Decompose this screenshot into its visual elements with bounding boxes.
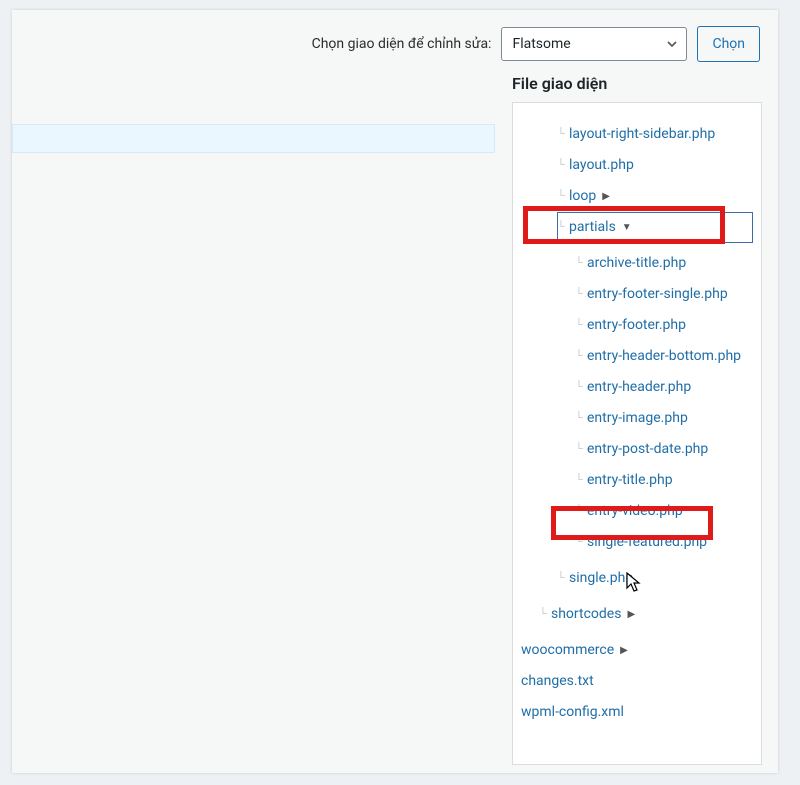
tree-connector-icon: └ [575,410,585,427]
theme-file-panel: └ layout-right-sidebar.php └ layout.php … [512,102,762,765]
file-entry-footer[interactable]: entry-footer.php [587,315,686,336]
folder-loop[interactable]: loop [569,186,596,207]
tree-connector-icon: └ [575,286,585,303]
tree-connector-icon: └ [557,570,567,587]
folder-woocommerce[interactable]: woocommerce [521,640,614,661]
tree-connector-icon: └ [575,348,585,365]
file-single[interactable]: single.php [569,568,633,589]
tree-connector-icon: └ [575,441,585,458]
tree-connector-icon: └ [575,255,585,272]
select-button[interactable]: Chọn [697,26,760,62]
tree-connector-icon: └ [557,188,567,205]
file-layout-right-sidebar[interactable]: layout-right-sidebar.php [569,124,715,145]
tree-connector-icon: └ [575,379,585,396]
tree-connector-icon: └ [575,503,585,520]
file-entry-footer-single[interactable]: entry-footer-single.php [587,284,728,305]
file-entry-header-bottom[interactable]: entry-header-bottom.php [587,346,741,367]
file-changes[interactable]: changes.txt [521,671,594,692]
tree-connector-icon: └ [557,126,567,143]
tree-connector-icon: └ [575,472,585,489]
file-entry-title[interactable]: entry-title.php [587,470,673,491]
theme-select-label: Chọn giao diện để chỉnh sửa: [312,36,492,52]
caret-right-icon: ▶ [620,643,628,658]
tree-connector-icon: └ [575,534,585,551]
file-entry-video[interactable]: entry-video.php [587,501,683,522]
file-archive-title[interactable]: archive-title.php [587,253,686,274]
file-panel-heading: File giao diện [512,74,607,93]
file-single-featured[interactable]: single-featured.php [587,532,707,553]
folder-shortcodes[interactable]: shortcodes [551,604,621,625]
folder-partials[interactable]: partials [569,217,616,238]
file-layout[interactable]: layout.php [569,155,634,176]
theme-select[interactable]: Flatsome [501,27,687,61]
file-entry-image[interactable]: entry-image.php [587,408,688,429]
theme-file-scroll[interactable]: └ layout-right-sidebar.php └ layout.php … [513,103,761,764]
caret-right-icon: ▶ [602,189,610,204]
chevron-down-icon [666,38,678,50]
file-wpml-config[interactable]: wpml-config.xml [521,702,624,723]
file-entry-post-date[interactable]: entry-post-date.php [587,439,708,460]
theme-select-value: Flatsome [512,36,570,52]
tree-connector-icon: └ [557,219,567,236]
editor-current-line [12,124,495,153]
tree-connector-icon: └ [539,606,549,623]
tree-connector-icon: └ [575,317,585,334]
file-entry-header[interactable]: entry-header.php [587,377,691,398]
caret-down-icon: ▼ [622,220,632,235]
tree-connector-icon: └ [557,157,567,174]
caret-right-icon: ▶ [627,607,635,622]
